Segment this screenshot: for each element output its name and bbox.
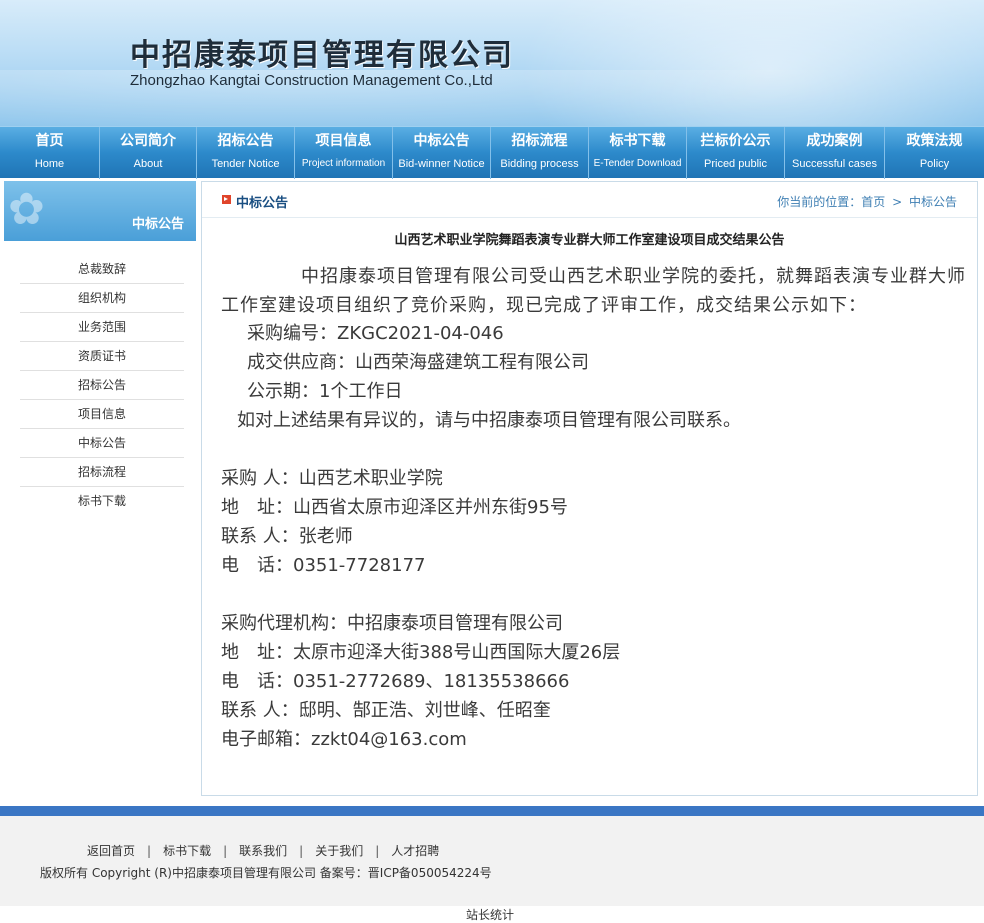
sidebar-item-tender-download[interactable]: 标书下载: [20, 487, 184, 516]
nav-bid-winner[interactable]: 中标公告 Bid-winner Notice: [393, 127, 491, 179]
nav-successful-cases[interactable]: 成功案例 Successful cases: [785, 127, 885, 179]
sidebar-item-tender-notice[interactable]: 招标公告: [20, 371, 184, 400]
sidebar: ✿ 中标公告 总裁致辞 组织机构 业务范围 资质证书 招标公告 项目信息 中标公…: [4, 181, 196, 791]
copyright-text: 版权所有 Copyright (R)中招康泰项目管理有限公司 备案号：晋ICP备…: [40, 866, 492, 880]
nav-label-en: Bid-winner Notice: [398, 158, 485, 170]
breadcrumb-separator: >: [892, 195, 903, 209]
footer-link-about[interactable]: 关于我们: [315, 844, 363, 858]
sidebar-item-business-scope[interactable]: 业务范围: [20, 313, 184, 342]
nav-home[interactable]: 首页 Home: [0, 127, 100, 179]
nav-label-en: Tender Notice: [211, 158, 280, 170]
nav-label-en: Bidding process: [500, 158, 579, 170]
article-paragraph: 中招康泰项目管理有限公司受山西艺术职业学院的委托，就舞蹈表演专业群大师工作室建设…: [221, 266, 966, 316]
footer-separator: |: [223, 844, 228, 858]
agent-email: 电子邮箱：zzkt04@163.com: [221, 729, 467, 750]
nav-priced-public[interactable]: 拦标价公示 Priced public: [687, 127, 785, 179]
main-content: 中标公告 你当前的位置：首页 > 中标公告 山西艺术职业学院舞蹈表演专业群大师工…: [201, 181, 978, 796]
footer-link-contact[interactable]: 联系我们: [239, 844, 287, 858]
nav-label-cn: 标书下载: [609, 133, 666, 149]
site-footer: 返回首页 | 标书下载 | 联系我们 | 关于我们 | 人才招聘 版权所有 Copyright …: [0, 816, 984, 906]
company-name-en: Zhongzhao Kangtai Construction Managemen…: [130, 72, 493, 89]
footer-link-home[interactable]: 返回首页: [87, 844, 135, 858]
agent-name: 采购代理机构：中招康泰项目管理有限公司: [221, 613, 563, 634]
sidebar-item-president-speech[interactable]: 总裁致辞: [20, 255, 184, 284]
buyer-contact: 联系 人：张老师: [221, 526, 353, 547]
sidebar-item-organization[interactable]: 组织机构: [20, 284, 184, 313]
nav-label-cn: 成功案例: [806, 133, 863, 149]
breadcrumb-prefix: 你当前的位置：: [777, 195, 862, 209]
footer-divider-bar: [0, 806, 984, 816]
purchase-number: 采购编号：ZKGC2021-04-046: [247, 323, 504, 344]
main-nav: 首页 Home 公司简介 About 招标公告 Tender Notice 项目…: [0, 126, 984, 179]
nav-label-en: Home: [34, 158, 65, 170]
nav-label-cn: 招标公告: [217, 133, 274, 149]
site-stats-link[interactable]: 站长统计: [466, 906, 514, 923]
sidebar-item-certificates[interactable]: 资质证书: [20, 342, 184, 371]
nav-label-en: Successful cases: [792, 158, 877, 170]
nav-label-cn: 招标流程: [511, 133, 568, 149]
nav-label-cn: 政策法规: [906, 133, 963, 149]
nav-project-info[interactable]: 项目信息 Project information: [295, 127, 393, 179]
arrow-bullet-icon: [222, 195, 231, 204]
lily-decoration-icon: ✿: [8, 184, 45, 235]
nav-label-en: Priced public: [704, 158, 767, 170]
nav-label-cn: 拦标价公示: [700, 133, 771, 149]
breadcrumb-current[interactable]: 中标公告: [909, 195, 957, 209]
agent-contact: 联系 人：邸明、郜正浩、刘世峰、任昭奎: [221, 700, 551, 721]
sidebar-title: 中标公告: [131, 217, 184, 232]
company-name-cn: 中招康泰项目管理有限公司: [130, 38, 514, 73]
sidebar-item-project-info[interactable]: 项目信息: [20, 400, 184, 429]
article-title: 山西艺术职业学院舞蹈表演专业群大师工作室建设项目成交结果公告: [394, 233, 785, 248]
buyer-name: 采购 人：山西艺术职业学院: [221, 468, 443, 489]
nav-label-en: About: [133, 158, 163, 170]
nav-bidding-process[interactable]: 招标流程 Bidding process: [491, 127, 589, 179]
breadcrumb: 你当前的位置：首页 > 中标公告: [777, 193, 957, 210]
publicity-period: 公示期：1个工作日: [247, 381, 403, 402]
nav-label-en: E-Tender Download: [593, 158, 682, 169]
nav-about[interactable]: 公司简介 About: [100, 127, 197, 179]
sidebar-menu: 总裁致辞 组织机构 业务范围 资质证书 招标公告 项目信息 中标公告 招标流程 …: [20, 255, 184, 516]
breadcrumb-home-link[interactable]: 首页: [861, 195, 885, 209]
site-header: 中招康泰项目管理有限公司 Zhongzhao Kangtai Construct…: [0, 0, 984, 126]
agent-address: 地 址：太原市迎泽大街388号山西国际大厦26层: [221, 642, 621, 663]
content-header: 中标公告 你当前的位置：首页 > 中标公告: [202, 182, 977, 218]
nav-label-cn: 首页: [35, 133, 64, 149]
nav-label-en: Policy: [919, 158, 950, 170]
sidebar-item-bidding-process[interactable]: 招标流程: [20, 458, 184, 487]
objection-note: 如对上述结果有异议的，请与中招康泰项目管理有限公司联系。: [237, 410, 741, 431]
footer-separator: |: [375, 844, 380, 858]
nav-tender-download[interactable]: 标书下载 E-Tender Download: [589, 127, 687, 179]
sidebar-item-bid-winner[interactable]: 中标公告: [20, 429, 184, 458]
footer-link-careers[interactable]: 人才招聘: [391, 844, 439, 858]
nav-label-cn: 项目信息: [315, 133, 372, 149]
footer-link-download[interactable]: 标书下载: [163, 844, 211, 858]
section-title: 中标公告: [236, 196, 289, 211]
buyer-address: 地 址：山西省太原市迎泽区并州东街95号: [221, 497, 568, 518]
footer-links: 返回首页 | 标书下载 | 联系我们 | 关于我们 | 人才招聘: [87, 842, 439, 859]
sidebar-header: ✿ 中标公告: [4, 181, 196, 241]
nav-label-cn: 中标公告: [413, 133, 470, 149]
footer-separator: |: [299, 844, 304, 858]
winning-supplier: 成交供应商：山西荣海盛建筑工程有限公司: [247, 352, 589, 373]
buyer-phone: 电 话：0351-7728177: [221, 555, 426, 576]
footer-separator: |: [147, 844, 152, 858]
nav-label-cn: 公司简介: [120, 133, 176, 149]
agent-phone: 电 话：0351-2772689、18135538666: [221, 671, 570, 692]
nav-policy[interactable]: 政策法规 Policy: [885, 127, 984, 179]
nav-tender-notice[interactable]: 招标公告 Tender Notice: [197, 127, 295, 179]
nav-label-en: Project information: [301, 158, 386, 169]
